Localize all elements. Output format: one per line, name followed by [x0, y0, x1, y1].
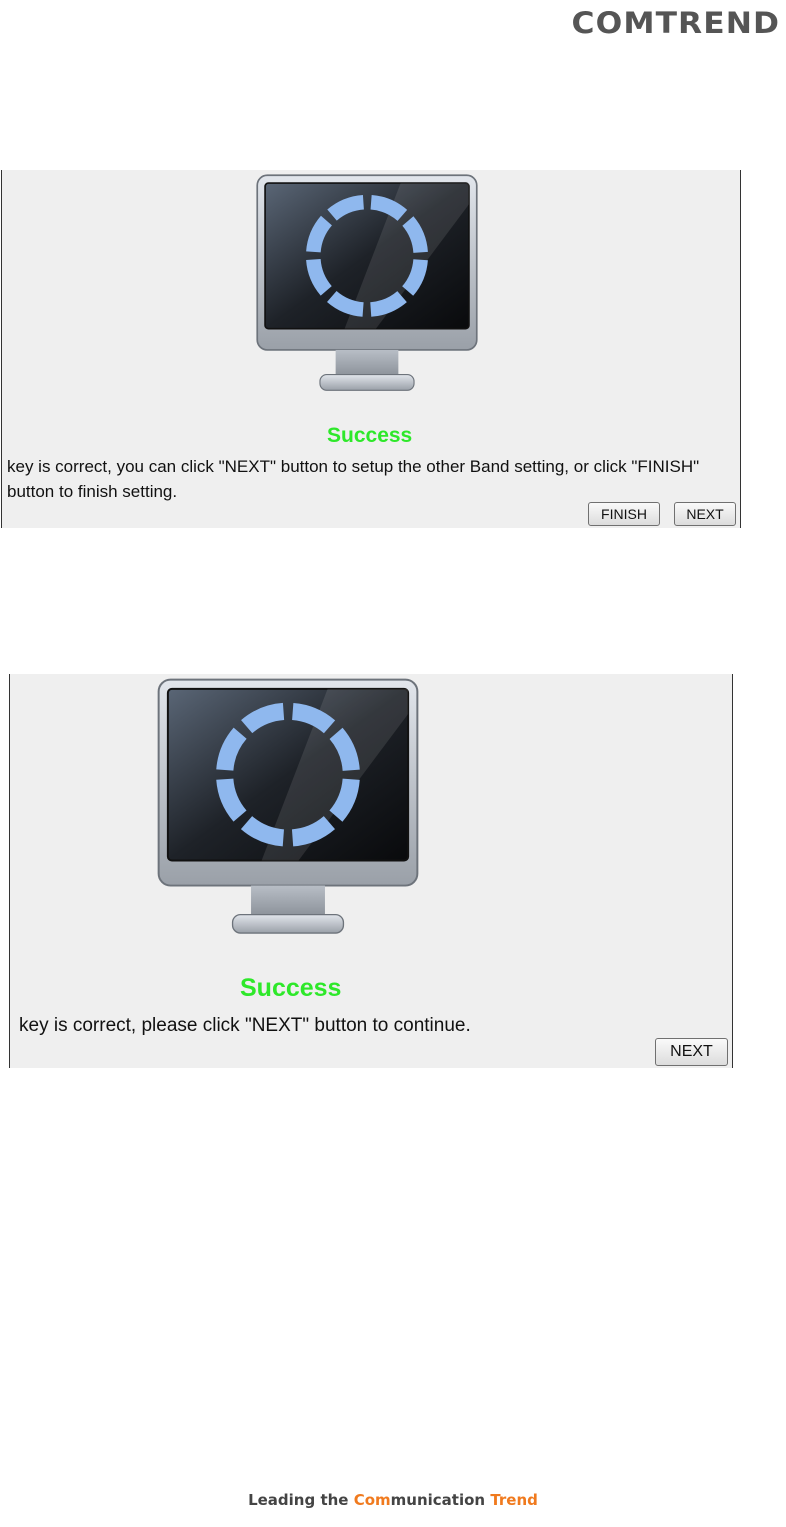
success-dialog-continue: Success key is correct, please click "NE… — [9, 674, 733, 1068]
comtrend-logo: COMTREND — [571, 6, 780, 40]
tagline-highlight: Trend — [490, 1491, 538, 1509]
tagline-part: munication — [390, 1491, 491, 1509]
success-message: key is correct, please click "NEXT" butt… — [19, 1015, 471, 1036]
success-dialog-dual-band: Success key is correct, you can click "N… — [1, 170, 741, 528]
footer-tagline: Leading the Communication Trend — [0, 1491, 786, 1509]
next-button[interactable]: NEXT — [674, 502, 736, 526]
success-title: Success — [240, 974, 342, 1002]
next-button[interactable]: NEXT — [655, 1038, 728, 1066]
success-message: key is correct, you can click "NEXT" but… — [7, 457, 700, 501]
monitor-icon — [157, 678, 419, 934]
finish-button[interactable]: FINISH — [588, 502, 660, 526]
monitor-icon — [256, 174, 478, 391]
tagline-part: Leading the — [248, 1491, 354, 1509]
success-title: Success — [327, 424, 413, 447]
tagline-highlight: Com — [353, 1491, 391, 1509]
